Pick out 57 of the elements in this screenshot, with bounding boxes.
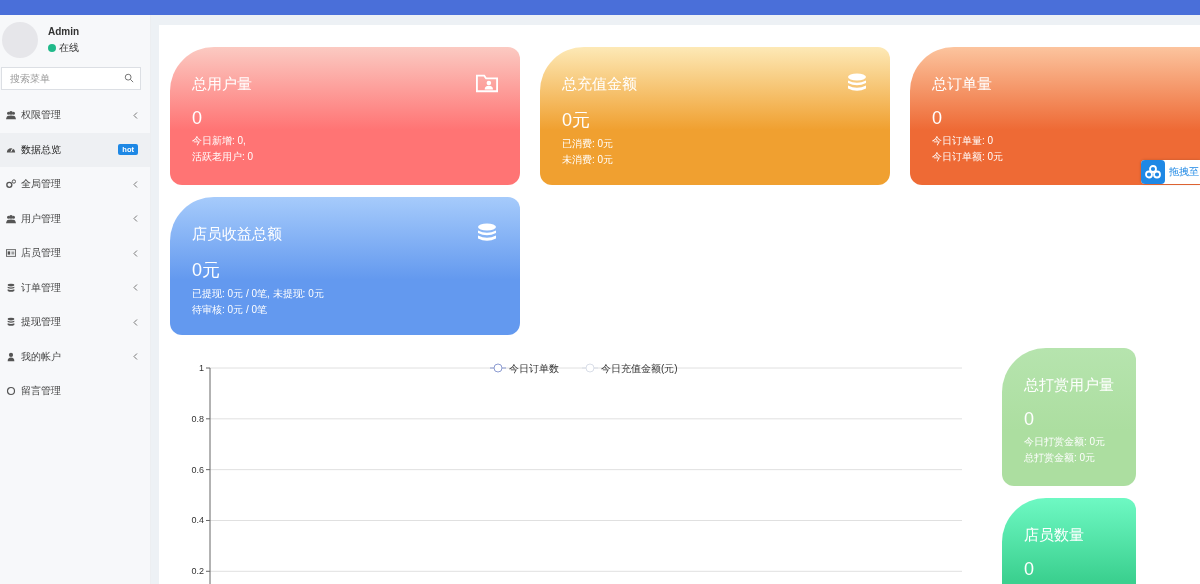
card-title: 总打赏用户量 (1024, 376, 1114, 395)
card-title: 总用户量 (192, 75, 252, 94)
search-field[interactable]: 搜索菜单 (1, 67, 141, 90)
card-title: 店员收益总额 (192, 225, 282, 244)
card-value: 0元 (192, 259, 221, 282)
card-detail: 待审核: 0元 / 0笔 (192, 303, 267, 317)
card-value: 0 (1024, 559, 1035, 580)
card-detail: 今日订单额: 0元 (932, 150, 1004, 164)
legend-marker[interactable] (489, 363, 507, 373)
database-icon (476, 223, 498, 243)
legend-marker[interactable] (581, 363, 599, 373)
card-value: 0 (932, 108, 943, 129)
menu-item[interactable]: 提现管理 (0, 305, 150, 340)
users-icon (6, 110, 16, 121)
menu-item[interactable]: 全局管理 (0, 167, 150, 202)
search-icon[interactable] (124, 73, 134, 83)
database-icon (6, 317, 16, 328)
menu-item[interactable]: 店员管理 (0, 236, 150, 271)
card-detail: 今日新增: 0, (192, 134, 246, 148)
card-title: 总订单量 (932, 75, 992, 94)
drag-widget[interactable]: 拖拽至 (1141, 160, 1200, 184)
menu-item[interactable]: 订单管理 (0, 270, 150, 305)
y-tick-label: 0.8 (191, 413, 204, 424)
database-icon (846, 73, 868, 93)
idcard-icon (6, 248, 16, 259)
cloud-rings-icon (1145, 165, 1161, 179)
database-icon (6, 282, 16, 293)
user-name: Admin (48, 25, 80, 37)
online-status-dot (48, 43, 56, 52)
card-title: 总充值金额 (562, 75, 637, 94)
card-value: 0 (192, 108, 203, 129)
card-detail: 已消费: 0元 (562, 137, 614, 151)
y-tick-label: 0.4 (191, 515, 204, 526)
y-tick-label: 0.2 (191, 566, 204, 577)
users-icon (6, 213, 16, 224)
menu-item[interactable]: 用户管理 (0, 201, 150, 236)
circle-icon (6, 386, 16, 397)
menu-item[interactable]: 留言管理 (0, 374, 150, 409)
legend-label: 今日充值金额(元) (601, 363, 678, 374)
card-detail: 已提现: 0元 / 0笔, 未提现: 0元 (192, 287, 324, 301)
card-value: 0元 (562, 109, 591, 132)
card-detail: 未消费: 0元 (562, 153, 614, 167)
card-detail: 总打赏金额: 0元 (1024, 451, 1096, 465)
card-title: 店员数量 (1024, 526, 1084, 545)
user-icon (6, 351, 16, 362)
card-detail: 今日打赏金额: 0元 (1024, 435, 1106, 449)
folder-user-icon (476, 73, 498, 93)
legend-label: 今日订单数 (509, 363, 559, 374)
menu-item[interactable]: 我的帐户 (0, 339, 150, 374)
user-status: 在线 (59, 40, 79, 55)
y-tick-label: 1 (199, 363, 204, 373)
card-value: 0 (1024, 409, 1035, 430)
gears-icon (6, 179, 16, 190)
card-detail: 今日订单量: 0 (932, 134, 994, 148)
y-tick-label: 0.6 (191, 464, 204, 475)
menu-item[interactable]: 权限管理 (0, 98, 150, 133)
card-detail: 活跃老用户: 0 (192, 150, 254, 164)
